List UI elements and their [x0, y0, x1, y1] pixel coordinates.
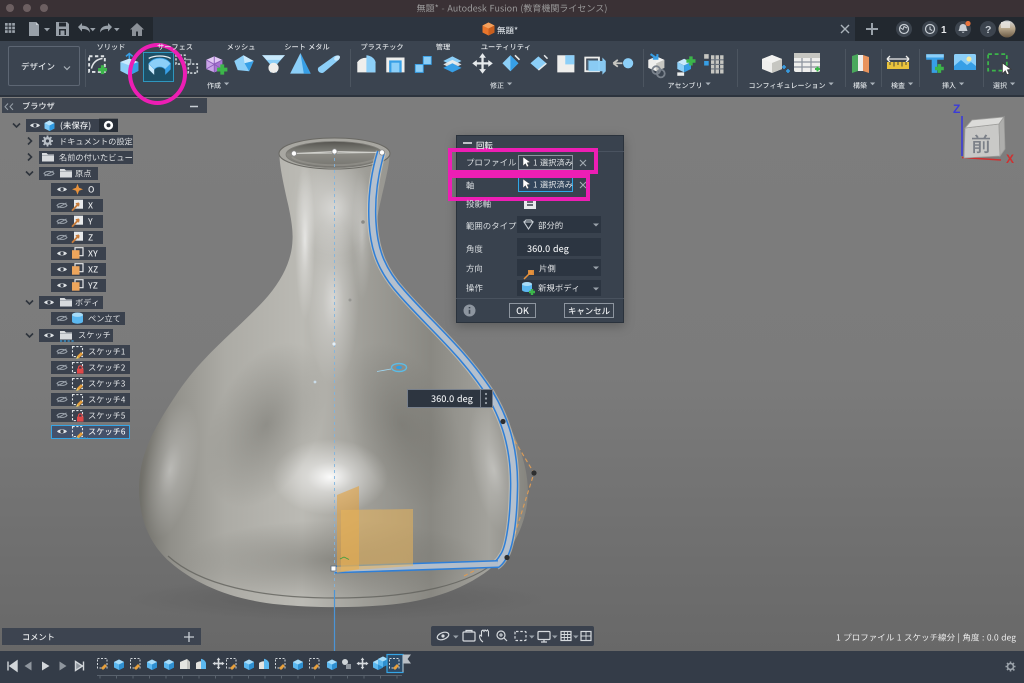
svg-text:?: ?	[985, 24, 991, 36]
svg-text:1: 1	[941, 25, 947, 36]
